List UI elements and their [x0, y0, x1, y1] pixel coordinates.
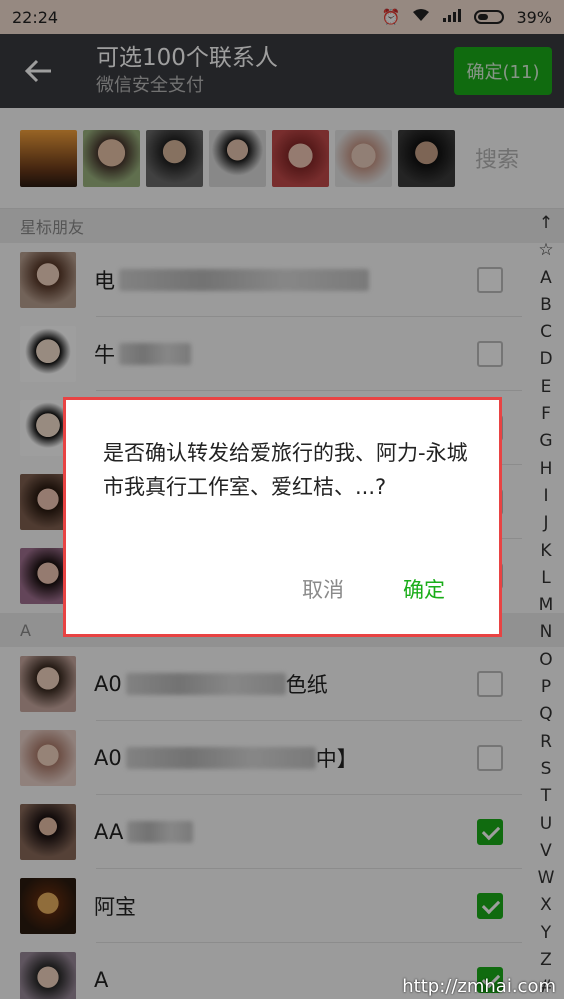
- dialog-ok-button[interactable]: 确定: [403, 574, 445, 604]
- confirm-dialog: 是否确认转发给爱旅行的我、阿力-永城市我真行工作室、爱红桔、...? 取消 确定: [63, 397, 502, 637]
- dialog-cancel-button[interactable]: 取消: [302, 574, 344, 604]
- watermark: http://zmhai.com: [402, 976, 556, 997]
- dialog-message: 是否确认转发给爱旅行的我、阿力-永城市我真行工作室、爱红桔、...?: [103, 441, 468, 499]
